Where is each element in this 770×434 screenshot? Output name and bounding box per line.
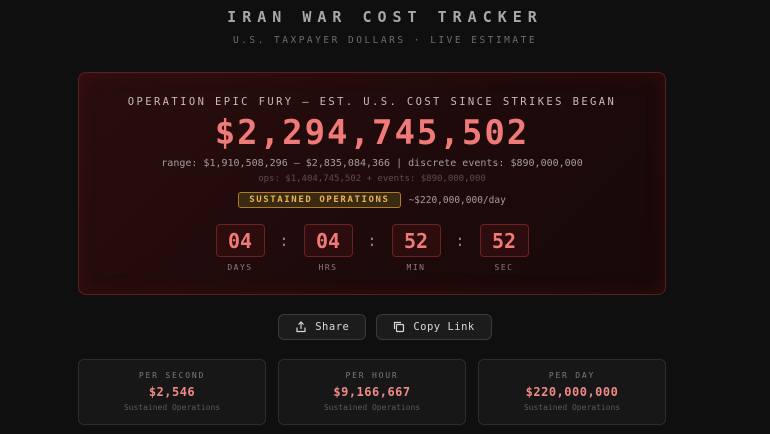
timer-label: SEC (494, 263, 514, 272)
page-subtitle: U.S. TAXPAYER DOLLARS · LIVE ESTIMATE (232, 35, 538, 46)
action-bar: Share Copy Link (0, 314, 770, 340)
stat-card-per-second: PER SECOND $2,546 Sustained Operations (78, 359, 266, 425)
timer-separator: : (367, 231, 377, 250)
timer-value: 52 (479, 224, 529, 257)
rate-stats: PER SECOND $2,546 Sustained Operations P… (78, 359, 666, 425)
daily-rate: ~$220,000,000/day (408, 194, 506, 206)
timer-label: MIN (406, 263, 426, 272)
copy-link-label: Copy Link (413, 321, 475, 333)
stat-value: $2,546 (148, 385, 196, 399)
card-heading: OPERATION EPIC FURY — EST. U.S. COST SIN… (127, 96, 617, 108)
stat-label: PER SECOND (138, 371, 206, 380)
elapsed-timer: 04 DAYS : 04 HRS : 52 MIN : 52 SEC (79, 224, 665, 272)
timer-days: 04 DAYS (215, 224, 265, 272)
stat-value: $9,166,667 (333, 385, 411, 399)
timer-seconds: 52 SEC (479, 224, 529, 272)
share-icon (295, 321, 307, 333)
copy-link-button[interactable]: Copy Link (376, 314, 492, 340)
total-cost-amount: $2,294,745,502 (214, 113, 530, 153)
cost-card: OPERATION EPIC FURY — EST. U.S. COST SIN… (78, 72, 666, 295)
stat-caption: Sustained Operations (523, 403, 621, 412)
stat-caption: Sustained Operations (323, 403, 421, 412)
cost-range: range: $1,910,508,296 – $2,835,084,366 |… (161, 158, 583, 169)
timer-value: 04 (303, 224, 353, 257)
stat-card-per-day: PER DAY $220,000,000 Sustained Operation… (478, 359, 666, 425)
stat-value: $220,000,000 (525, 385, 619, 399)
timer-separator: : (279, 231, 289, 250)
copy-icon (393, 321, 405, 333)
cost-breakdown: ops: $1,404,745,502 + events: $890,000,0… (258, 174, 486, 184)
timer-value: 04 (215, 224, 265, 257)
timer-hours: 04 HRS (303, 224, 353, 272)
stat-caption: Sustained Operations (123, 403, 221, 412)
stat-card-per-hour: PER HOUR $9,166,667 Sustained Operations (278, 359, 466, 425)
status-badge: SUSTAINED OPERATIONS (238, 192, 401, 208)
page-title: IRAN WAR COST TRACKER (227, 8, 543, 26)
status-row: SUSTAINED OPERATIONS ~$220,000,000/day (79, 192, 665, 208)
timer-minutes: 52 MIN (391, 224, 441, 272)
timer-label: DAYS (227, 263, 253, 272)
timer-separator: : (455, 231, 465, 250)
stat-label: PER DAY (548, 371, 596, 380)
timer-value: 52 (391, 224, 441, 257)
share-button[interactable]: Share (278, 314, 367, 340)
timer-label: HRS (318, 263, 338, 272)
stat-label: PER HOUR (345, 371, 399, 380)
page: IRAN WAR COST TRACKER U.S. TAXPAYER DOLL… (0, 0, 770, 434)
share-label: Share (315, 321, 350, 333)
